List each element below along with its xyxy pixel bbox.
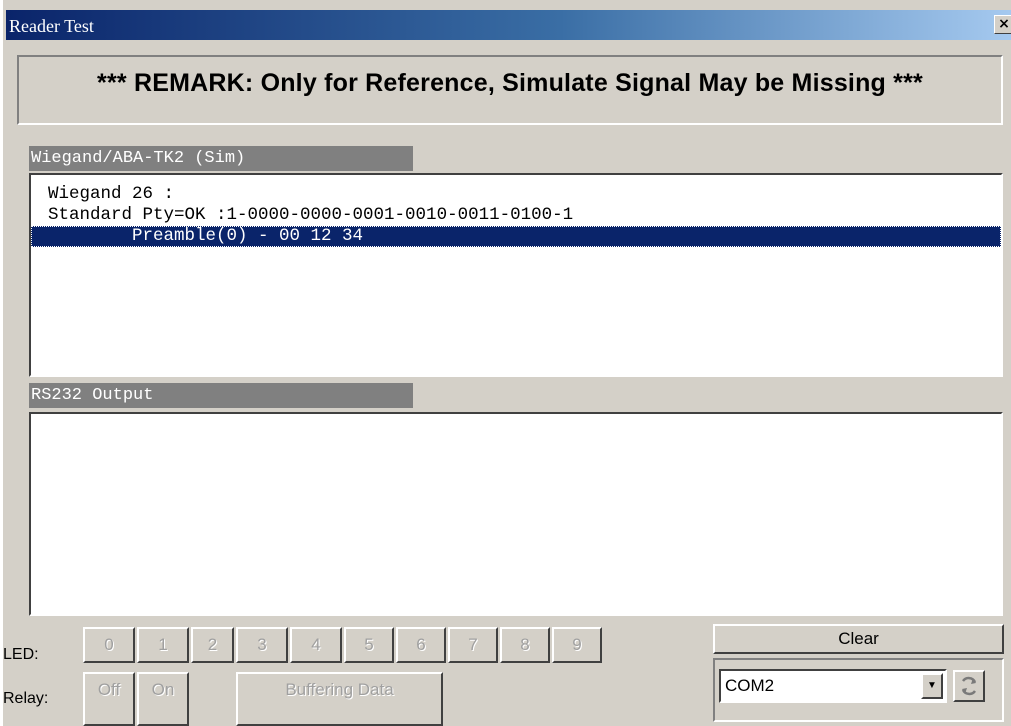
led-button-8[interactable]: 8 (500, 627, 550, 663)
chevron-down-icon[interactable]: ▼ (921, 673, 943, 699)
led-button-9[interactable]: 9 (552, 627, 602, 663)
led-button-5[interactable]: 5 (344, 627, 394, 663)
relay-label: Relay: (3, 690, 49, 707)
title-bar[interactable]: Reader Test × (6, 10, 1011, 40)
com-port-value: COM2 (725, 676, 775, 695)
list-item[interactable]: Standard Pty=OK :1-0000-0000-0001-0010-0… (31, 205, 1001, 226)
close-button[interactable]: × (994, 15, 1011, 34)
led-button-6[interactable]: 6 (396, 627, 446, 663)
clear-button[interactable]: Clear (713, 624, 1004, 654)
refresh-icon (961, 676, 977, 696)
led-button-1[interactable]: 1 (137, 627, 189, 663)
led-label: LED: (3, 646, 39, 663)
com-port-select[interactable]: COM2 ▼ (719, 669, 947, 703)
led-button-0[interactable]: 0 (83, 627, 135, 663)
led-button-4[interactable]: 4 (290, 627, 342, 663)
reader-test-window: Reader Test × *** REMARK: Only for Refer… (0, 0, 1011, 726)
list-item[interactable]: Wiegand 26 : (31, 184, 1001, 205)
refresh-button[interactable] (953, 670, 985, 702)
close-icon: × (998, 16, 1010, 32)
rs232-output-listbox[interactable] (29, 412, 1003, 616)
relay-on-button[interactable]: On (137, 672, 189, 726)
led-button-7[interactable]: 7 (448, 627, 498, 663)
list-item-selected[interactable]: Preamble(0) - 00 12 34 (31, 226, 1001, 247)
wiegand-header: Wiegand/ABA-TK2 (Sim) (29, 146, 413, 171)
remark-banner: *** REMARK: Only for Reference, Simulate… (17, 55, 1003, 125)
window-title: Reader Test (9, 16, 94, 36)
led-button-3[interactable]: 3 (236, 627, 288, 663)
led-button-2[interactable]: 2 (191, 627, 234, 663)
relay-off-button[interactable]: Off (83, 672, 135, 726)
rs232-header: RS232 Output (29, 383, 413, 408)
buffering-data-button[interactable]: Buffering Data (236, 672, 443, 726)
wiegand-listbox[interactable]: Wiegand 26 : Standard Pty=OK :1-0000-000… (29, 173, 1003, 377)
